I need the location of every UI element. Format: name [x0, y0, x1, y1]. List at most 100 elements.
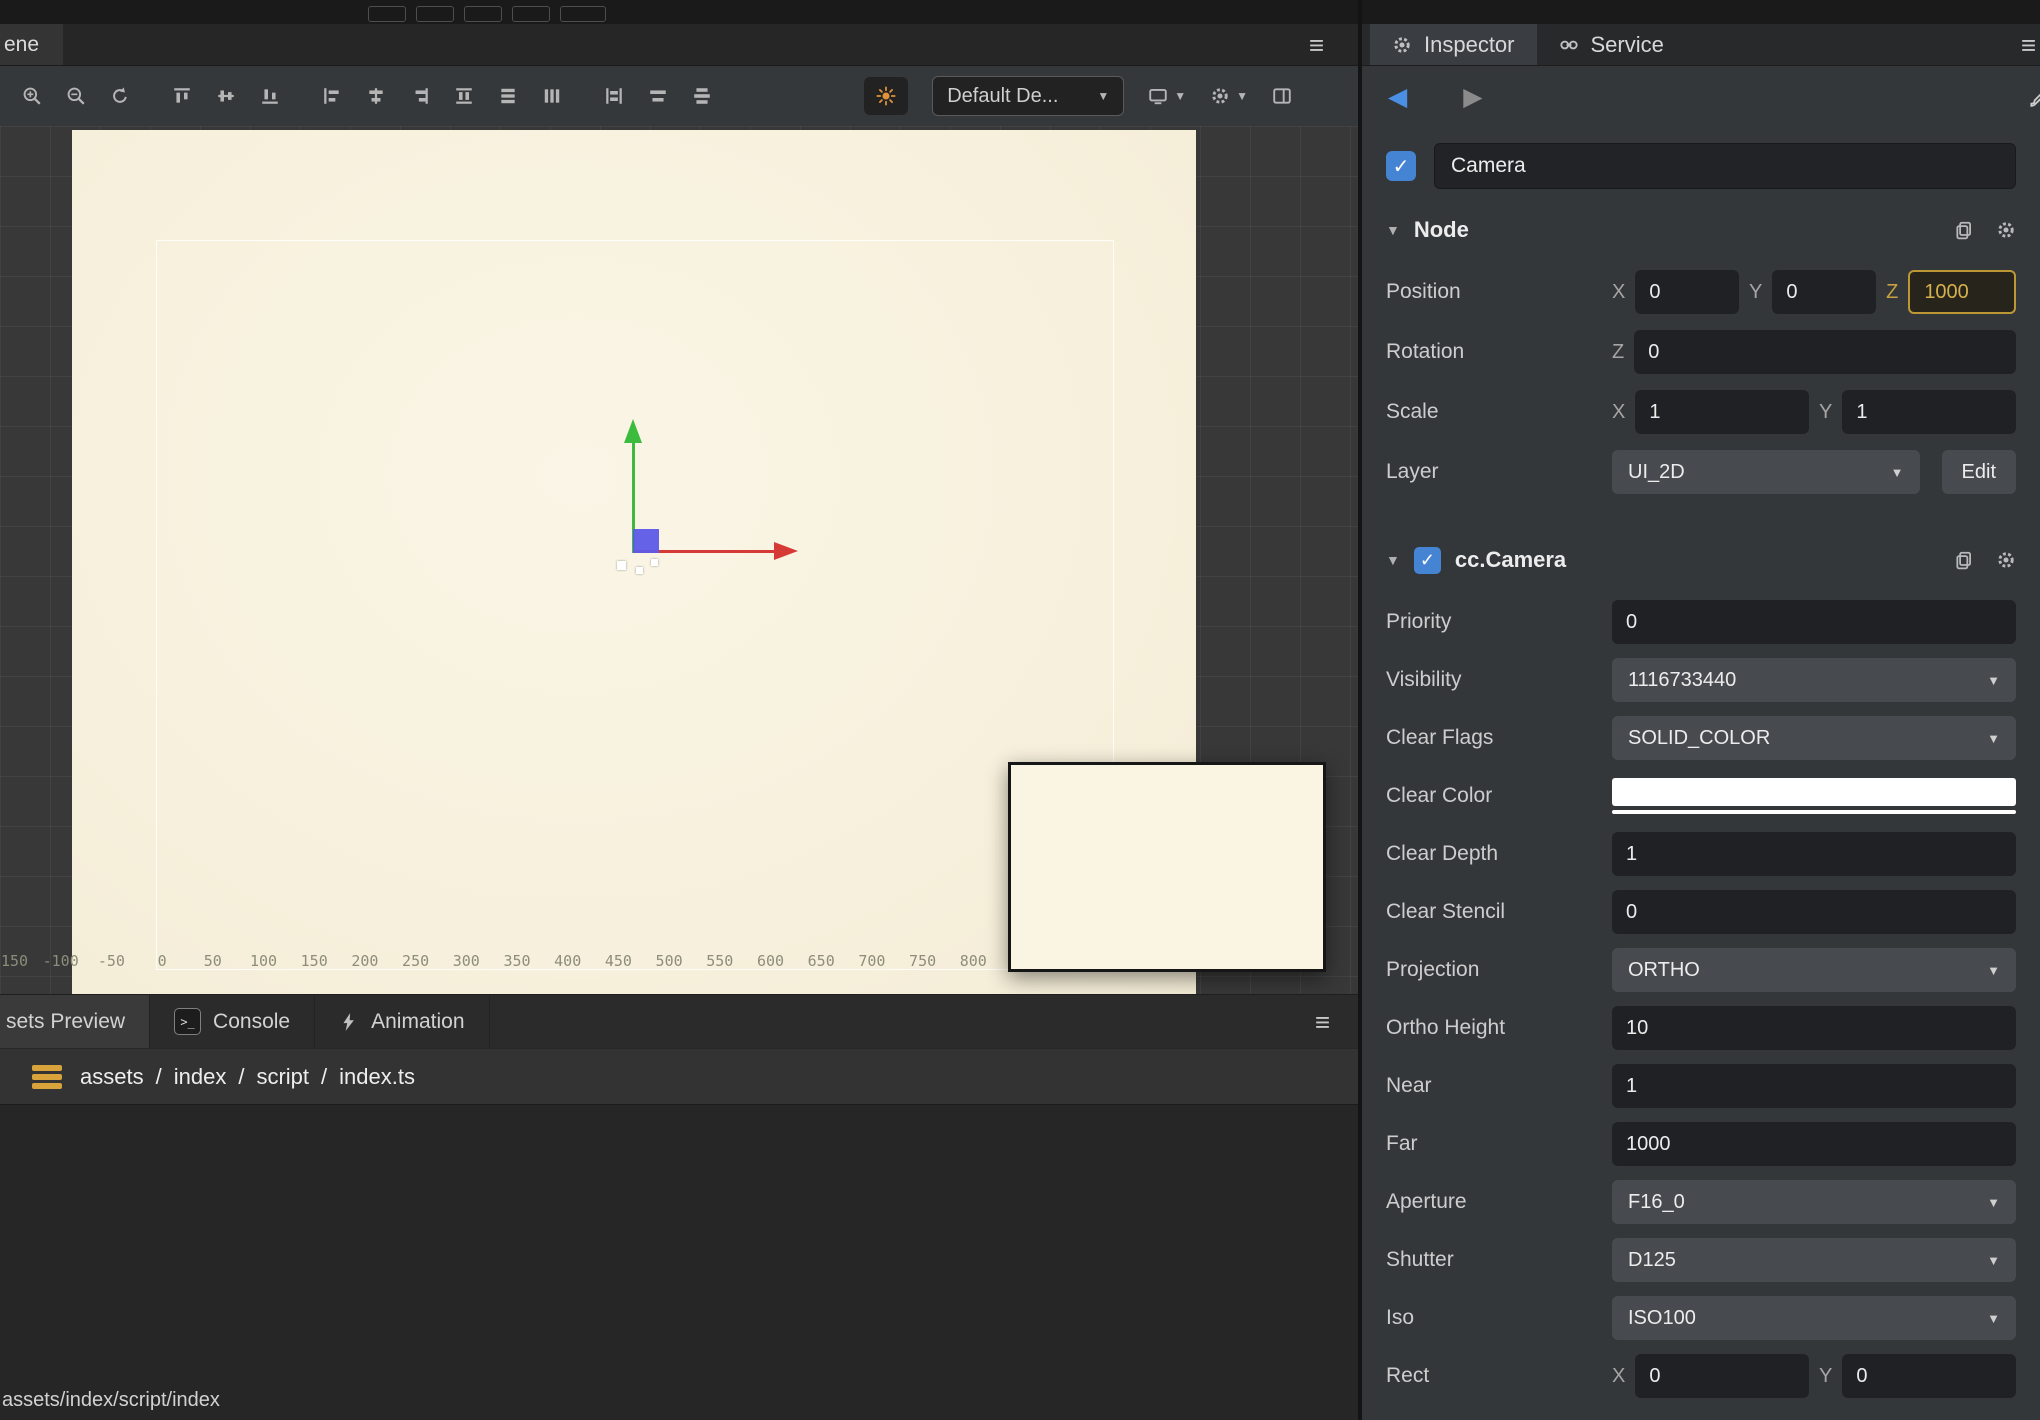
split-view-button[interactable] [1272, 86, 1292, 106]
ortho-height-input[interactable]: 10 [1612, 1006, 2016, 1050]
cut-toolbar-button[interactable] [560, 6, 606, 22]
align-center-icon[interactable] [361, 81, 391, 111]
distribute-middle-icon[interactable] [493, 81, 523, 111]
cut-toolbar-button[interactable] [512, 6, 550, 22]
tab-service[interactable]: Service [1537, 24, 1686, 65]
clear-flags-dropdown[interactable]: SOLID_COLOR▼ [1612, 716, 2016, 760]
dropdown-value: 1116733440 [1628, 669, 1736, 692]
near-input[interactable]: 1 [1612, 1064, 2016, 1108]
position-x-input[interactable]: 0 [1635, 270, 1739, 314]
breadcrumb-part[interactable]: index.ts [339, 1064, 415, 1090]
menu-icon[interactable]: ≡ [1309, 32, 1324, 58]
scale-x-input[interactable]: 1 [1635, 390, 1809, 434]
ruler-label: 400 [554, 948, 581, 974]
nav-back-button[interactable]: ◀ [1388, 82, 1407, 112]
anchor-handle[interactable] [636, 567, 643, 574]
tab-inspector[interactable]: Inspector [1370, 24, 1537, 65]
distribute-left-icon[interactable] [599, 81, 629, 111]
position-y-input[interactable]: 0 [1772, 270, 1876, 314]
ruler-label: 700 [858, 948, 885, 974]
align-right-icon[interactable] [405, 81, 435, 111]
layer-edit-button[interactable]: Edit [1942, 450, 2016, 494]
gear-icon[interactable] [1996, 220, 2016, 240]
collapse-icon[interactable]: ▼ [1386, 222, 1400, 238]
zoom-out-icon[interactable] [61, 81, 91, 111]
prop-field: 1 [1612, 832, 2016, 876]
preset-dropdown[interactable]: Default De... ▼ [932, 76, 1124, 116]
gear-icon[interactable] [1996, 550, 2016, 570]
tab-animation[interactable]: Animation [315, 995, 489, 1048]
inspector-sections: ▼NodePositionX0Y0Z1000RotationZ0ScaleX1Y… [1386, 208, 2016, 1400]
far-input[interactable]: 1000 [1612, 1122, 2016, 1166]
priority-input[interactable]: 0 [1612, 600, 2016, 644]
prop-label: Shutter [1386, 1248, 1612, 1272]
align-left-icon[interactable] [317, 81, 347, 111]
projection-dropdown[interactable]: ORTHO▼ [1612, 948, 2016, 992]
nav-forward-button[interactable]: ▶ [1463, 82, 1482, 112]
node-name-input[interactable]: Camera [1434, 143, 2016, 189]
prop-row-near: Near1 [1386, 1062, 2016, 1110]
cc-camera-checkbox[interactable]: ✓ [1414, 547, 1441, 574]
clear-depth-input[interactable]: 1 [1612, 832, 2016, 876]
tab-scene[interactable]: ene [0, 24, 63, 65]
copy-icon[interactable] [1954, 220, 1974, 240]
scene-column: ene ≡ Default De... ▼ ▼ ▼ [0, 0, 1358, 1420]
rotation-z-input[interactable]: 0 [1634, 330, 2016, 374]
ruler-label: -50 [98, 948, 125, 974]
camera-view-button[interactable]: ▼ [1148, 86, 1186, 106]
distribute-top-icon[interactable] [449, 81, 479, 111]
anchor-handle[interactable] [617, 561, 626, 570]
collapse-icon[interactable]: ▼ [1386, 552, 1400, 568]
breadcrumb-part[interactable]: assets [80, 1064, 144, 1090]
prop-row-scale: ScaleX1Y1 [1386, 388, 2016, 436]
section-title: cc.Camera [1455, 547, 1566, 573]
section-rows: PositionX0Y0Z1000RotationZ0ScaleX1Y1Laye… [1386, 268, 2016, 496]
scale-y-input[interactable]: 1 [1842, 390, 2016, 434]
layer-dropdown[interactable]: UI_2D▼ [1612, 450, 1920, 494]
distribute-right-icon[interactable] [687, 81, 717, 111]
gizmo-origin-handle[interactable] [633, 529, 659, 553]
ruler-label: 250 [402, 948, 429, 974]
visibility-dropdown[interactable]: 1116733440▼ [1612, 658, 2016, 702]
shutter-dropdown[interactable]: D125▼ [1612, 1238, 2016, 1282]
iso-dropdown[interactable]: ISO100▼ [1612, 1296, 2016, 1340]
breadcrumb-part[interactable]: index [174, 1064, 227, 1090]
rect-y-input[interactable]: 0 [1842, 1354, 2016, 1398]
clear-stencil-input[interactable]: 0 [1612, 890, 2016, 934]
edit-tool-icon[interactable] [2028, 87, 2040, 107]
tab-console[interactable]: >_Console [150, 995, 315, 1048]
position-z-input[interactable]: 1000 [1908, 270, 2016, 314]
menu-icon[interactable]: ≡ [2021, 32, 2036, 58]
scene-viewport[interactable]: -150-100-5005010015020025030035040045050… [0, 126, 1358, 994]
tab-sets-preview[interactable]: sets Preview [0, 995, 150, 1048]
align-bottom-icon[interactable] [255, 81, 285, 111]
prop-row-clear-depth: Clear Depth1 [1386, 830, 2016, 878]
aperture-dropdown[interactable]: F16_0▼ [1612, 1180, 2016, 1224]
gizmo-x-arrowhead[interactable] [774, 542, 798, 560]
menu-icon[interactable]: ≡ [1315, 1009, 1330, 1035]
prop-field: F16_0▼ [1612, 1180, 2016, 1224]
clear-color-swatch[interactable] [1612, 778, 2016, 814]
scene-settings-button[interactable]: ▼ [1210, 86, 1248, 106]
lighting-toggle-button[interactable] [864, 77, 908, 115]
section-header-cc-camera[interactable]: ▼ ✓ cc.Camera [1386, 538, 2016, 582]
align-top-icon[interactable] [167, 81, 197, 111]
zoom-in-icon[interactable] [17, 81, 47, 111]
copy-icon[interactable] [1954, 550, 1974, 570]
cut-toolbar-button[interactable] [368, 6, 406, 22]
cut-toolbar-button[interactable] [416, 6, 454, 22]
node-active-checkbox[interactable]: ✓ [1386, 151, 1416, 181]
refresh-icon[interactable] [105, 81, 135, 111]
align-middle-icon[interactable] [211, 81, 241, 111]
rect-x-input[interactable]: 0 [1635, 1354, 1809, 1398]
console-output[interactable]: assets/index/script/index [0, 1104, 1358, 1420]
breadcrumb-parts: assets/index/script/index.ts [80, 1064, 415, 1090]
breadcrumb-part[interactable]: script [256, 1064, 309, 1090]
section-header-node[interactable]: ▼Node [1386, 208, 2016, 252]
distribute-bottom-icon[interactable] [537, 81, 567, 111]
anchor-handle[interactable] [651, 559, 658, 566]
tab-label: sets Preview [6, 1010, 125, 1034]
gizmo-y-arrowhead[interactable] [624, 419, 642, 443]
distribute-center-icon[interactable] [643, 81, 673, 111]
cut-toolbar-button[interactable] [464, 6, 502, 22]
